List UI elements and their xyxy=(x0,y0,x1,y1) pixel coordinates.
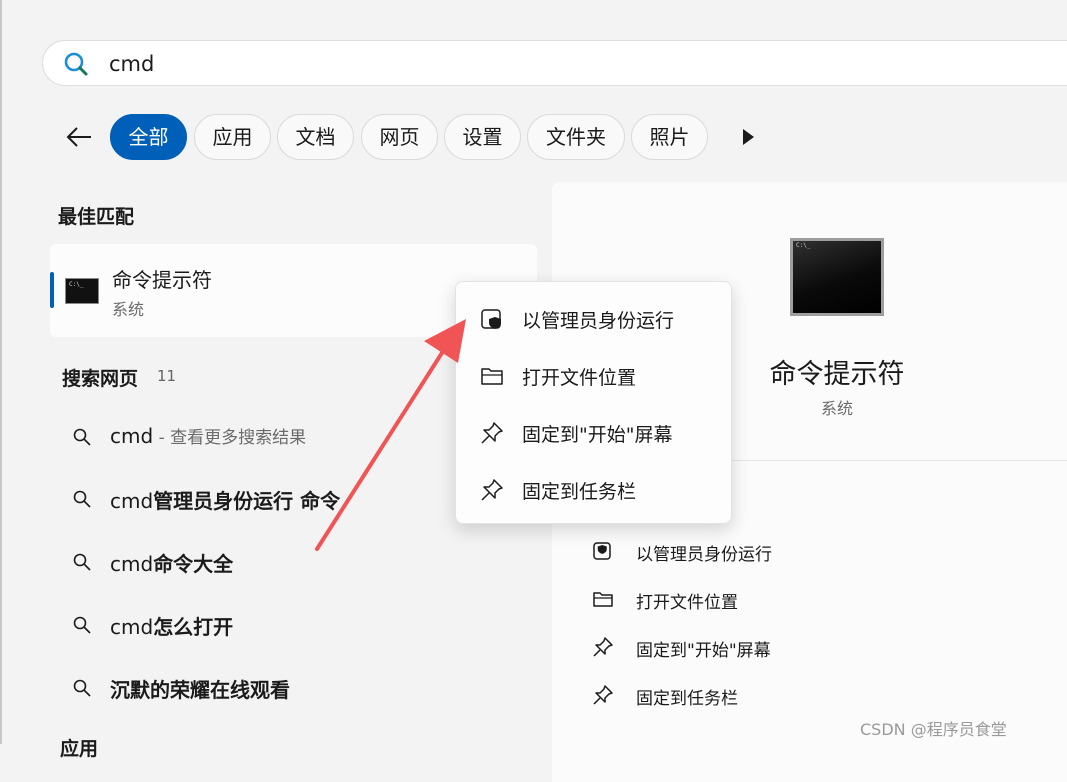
filter-apps[interactable]: 应用 xyxy=(194,114,271,160)
web-result-prefix: cmd xyxy=(110,489,154,513)
web-search-heading: 搜索网页 xyxy=(62,368,139,390)
command-prompt-icon: C:\_ xyxy=(65,278,99,304)
search-icon xyxy=(73,616,91,634)
menu-item-label: 打开文件位置 xyxy=(522,367,637,389)
web-result-prefix: cmd xyxy=(110,552,154,576)
apps-heading: 应用 xyxy=(60,738,99,760)
filter-web[interactable]: 网页 xyxy=(361,114,438,160)
filter-documents[interactable]: 文档 xyxy=(277,114,354,160)
cmd-icon-text: C:\_ xyxy=(69,281,84,288)
menu-item-open-location[interactable]: 打开文件位置 xyxy=(456,351,731,401)
search-icon xyxy=(73,428,91,446)
web-result-item[interactable]: cmd命令大全 xyxy=(58,542,528,582)
preview-action-open-location[interactable]: 打开文件位置 xyxy=(592,585,992,615)
best-match-heading: 最佳匹配 xyxy=(58,206,135,228)
search-icon xyxy=(73,490,91,508)
preview-action-pin-start[interactable]: 固定到"开始"屏幕 xyxy=(592,633,992,663)
watermark: CSDN @程序员食堂 xyxy=(860,720,1007,739)
web-result-prefix: cmd xyxy=(110,424,154,448)
search-icon xyxy=(73,553,91,571)
web-result-suffix: - 查看更多搜索结果 xyxy=(153,428,307,448)
preview-action-run-as-admin[interactable]: 以管理员身份运行 xyxy=(592,537,992,567)
filter-settings[interactable]: 设置 xyxy=(444,114,521,160)
pin-icon xyxy=(593,637,613,657)
web-result-bold: 沉默的荣耀在线观看 xyxy=(110,678,290,702)
menu-item-label: 以管理员身份运行 xyxy=(522,310,675,332)
web-result-bold: 命令大全 xyxy=(153,552,234,576)
back-arrow-icon[interactable] xyxy=(62,120,96,154)
shield-icon xyxy=(593,542,611,560)
menu-item-pin-start[interactable]: 固定到"开始"屏幕 xyxy=(456,408,731,458)
web-result-prefix: cmd xyxy=(110,615,154,639)
pin-icon xyxy=(593,685,613,705)
shield-icon xyxy=(481,309,501,329)
preview-action-label: 固定到"开始"屏幕 xyxy=(636,641,771,661)
preview-action-label: 固定到任务栏 xyxy=(636,689,738,709)
more-filters-arrow-icon[interactable] xyxy=(740,127,756,147)
preview-action-label: 打开文件位置 xyxy=(636,593,738,613)
filter-photos[interactable]: 照片 xyxy=(631,114,708,160)
web-result-item[interactable]: 沉默的荣耀在线观看 xyxy=(58,668,528,708)
folder-icon xyxy=(593,592,613,607)
context-menu: 以管理员身份运行 打开文件位置 固定到"开始"屏幕 固定到任务栏 xyxy=(455,281,732,524)
cmd-large-icon-text: C:\_ xyxy=(796,242,811,249)
web-result-bold: 管理员身份运行 命令 xyxy=(153,489,341,513)
menu-item-label: 固定到"开始"屏幕 xyxy=(522,424,673,446)
search-input[interactable] xyxy=(107,49,811,79)
preview-action-label: 以管理员身份运行 xyxy=(636,545,772,565)
menu-item-pin-taskbar[interactable]: 固定到任务栏 xyxy=(456,465,731,515)
selection-indicator xyxy=(50,272,54,308)
filter-folders[interactable]: 文件夹 xyxy=(527,114,625,160)
web-result-item[interactable]: cmd怎么打开 xyxy=(58,605,528,645)
window-edge xyxy=(0,0,2,744)
command-prompt-large-icon: C:\_ xyxy=(790,238,884,316)
menu-item-run-as-admin[interactable]: 以管理员身份运行 xyxy=(456,294,731,344)
preview-action-pin-taskbar[interactable]: 固定到任务栏 xyxy=(592,681,992,711)
menu-item-label: 固定到任务栏 xyxy=(522,481,637,503)
pin-icon xyxy=(481,422,503,444)
best-match-subtitle: 系统 xyxy=(112,300,145,319)
filter-all[interactable]: 全部 xyxy=(110,114,187,160)
pin-icon xyxy=(481,479,503,501)
web-search-count: 11 xyxy=(157,367,177,385)
folder-icon xyxy=(481,368,503,385)
search-icon xyxy=(64,52,88,76)
search-icon xyxy=(73,679,91,697)
search-box[interactable] xyxy=(42,40,1067,86)
best-match-title: 命令提示符 xyxy=(112,268,212,292)
web-result-bold: 怎么打开 xyxy=(153,615,234,639)
